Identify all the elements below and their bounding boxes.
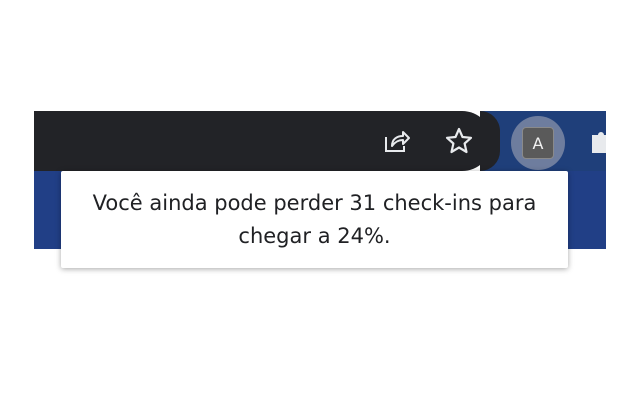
profile-button[interactable]: A bbox=[511, 116, 565, 170]
browser-window: A Você ainda pode perder 31 check-ins pa… bbox=[0, 0, 640, 400]
toolbar-edge bbox=[480, 111, 500, 171]
tooltip-text: Você ainda pode perder 31 check-ins para… bbox=[92, 191, 537, 248]
share-button[interactable] bbox=[380, 125, 412, 157]
extensions-button[interactable] bbox=[588, 126, 606, 156]
bookmark-button[interactable] bbox=[443, 125, 475, 157]
star-icon bbox=[445, 127, 473, 154]
share-icon bbox=[385, 131, 410, 152]
avatar: A bbox=[522, 127, 554, 159]
browser-toolbar bbox=[34, 111, 492, 171]
puzzle-icon bbox=[592, 132, 606, 153]
tooltip: Você ainda pode perder 31 check-ins para… bbox=[61, 171, 568, 268]
